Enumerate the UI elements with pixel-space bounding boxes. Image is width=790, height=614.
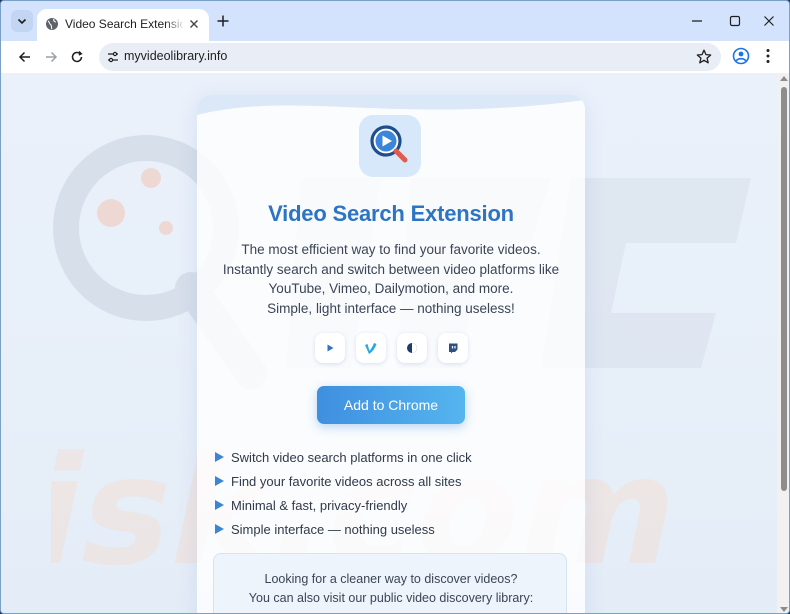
toolbar: myvideolibrary.info — [1, 41, 789, 73]
new-tab-button[interactable] — [215, 13, 231, 29]
platform-youtube — [315, 333, 345, 363]
feature-text: Simple interface — nothing useless — [231, 521, 435, 537]
feature-item: Simple interface — nothing useless — [215, 517, 565, 541]
page-title: Video Search Extension — [268, 201, 514, 226]
description-line: Simple, light interface — nothing useles… — [267, 300, 515, 316]
scroll-up-arrow-icon[interactable] — [780, 76, 788, 81]
dailymotion-icon — [407, 343, 417, 353]
triangle-bullet-icon — [215, 500, 224, 510]
feature-item: Minimal & fast, privacy-friendly — [215, 493, 565, 517]
scroll-down-arrow-icon[interactable] — [780, 607, 788, 612]
platform-twitch — [438, 333, 468, 363]
feature-list: Switch video search platforms in one cli… — [215, 445, 565, 541]
vimeo-icon — [365, 343, 377, 354]
description-line: Instantly search and switch between vide… — [222, 261, 560, 277]
url-text: myvideolibrary.info — [124, 49, 228, 63]
feature-item: Switch video search platforms in one cli… — [215, 445, 565, 469]
youtube-icon — [327, 344, 334, 352]
extension-logo — [359, 115, 421, 177]
arrow-right-icon — [46, 51, 58, 63]
feature-text: Switch video search platforms in one cli… — [231, 449, 472, 465]
library-info-box: Looking for a cleaner way to discover vi… — [213, 553, 568, 613]
forward-button[interactable] — [41, 47, 61, 67]
twitch-icon — [449, 343, 458, 354]
tab-search-button[interactable] — [11, 10, 33, 32]
extension-card: Video Search Extension The most efficien… — [197, 95, 585, 613]
vertical-scrollbar[interactable] — [777, 73, 789, 613]
feature-text: Find your favorite videos across all sit… — [231, 473, 462, 489]
tab-strip: Video Search Extension – Find Y — [1, 1, 789, 41]
address-bar[interactable]: myvideolibrary.info — [99, 43, 721, 71]
feature-text: Minimal & fast, privacy-friendly — [231, 497, 408, 513]
arrow-left-icon — [18, 51, 30, 63]
chevron-down-icon — [17, 18, 27, 25]
browser-tab[interactable]: Video Search Extension – Find Y — [37, 9, 209, 41]
platform-icons — [315, 333, 471, 363]
info-line: Looking for a cleaner way to discover vi… — [264, 572, 518, 586]
browser-window: Video Search Extension – Find Y myvideol… — [0, 0, 790, 614]
profile-icon[interactable] — [731, 46, 751, 66]
info-text: Looking for a cleaner way to discover vi… — [214, 570, 568, 607]
video-search-icon — [370, 125, 408, 163]
bookmark-star-icon[interactable] — [695, 48, 713, 66]
tab-title-fade — [165, 13, 185, 35]
page-viewport: risk.com Video Search Extension The most… — [1, 73, 789, 613]
platform-vimeo — [356, 333, 386, 363]
platform-dailymotion — [397, 333, 427, 363]
triangle-bullet-icon — [215, 524, 224, 534]
maximize-icon[interactable] — [727, 13, 743, 29]
site-info-icon[interactable] — [105, 49, 121, 65]
back-button[interactable] — [15, 47, 35, 67]
description-line: YouTube, Vimeo, Dailymotion, and more. — [268, 281, 514, 296]
description-line: The most efficient way to find your favo… — [241, 242, 541, 257]
reload-button[interactable] — [67, 47, 87, 67]
globe-icon — [46, 18, 58, 30]
minimize-icon[interactable] — [689, 13, 705, 29]
reload-icon — [71, 50, 83, 63]
close-icon[interactable] — [187, 17, 201, 31]
info-line: You can also visit our public video disc… — [248, 590, 534, 605]
feature-item: Find your favorite videos across all sit… — [215, 469, 565, 493]
description: The most efficient way to find your favo… — [197, 240, 585, 318]
add-to-chrome-button[interactable]: Add to Chrome — [317, 386, 465, 424]
triangle-bullet-icon — [215, 476, 224, 486]
close-window-icon[interactable] — [761, 13, 777, 29]
kebab-menu-icon[interactable] — [761, 46, 775, 66]
scroll-thumb[interactable] — [781, 87, 787, 491]
triangle-bullet-icon — [215, 452, 224, 462]
